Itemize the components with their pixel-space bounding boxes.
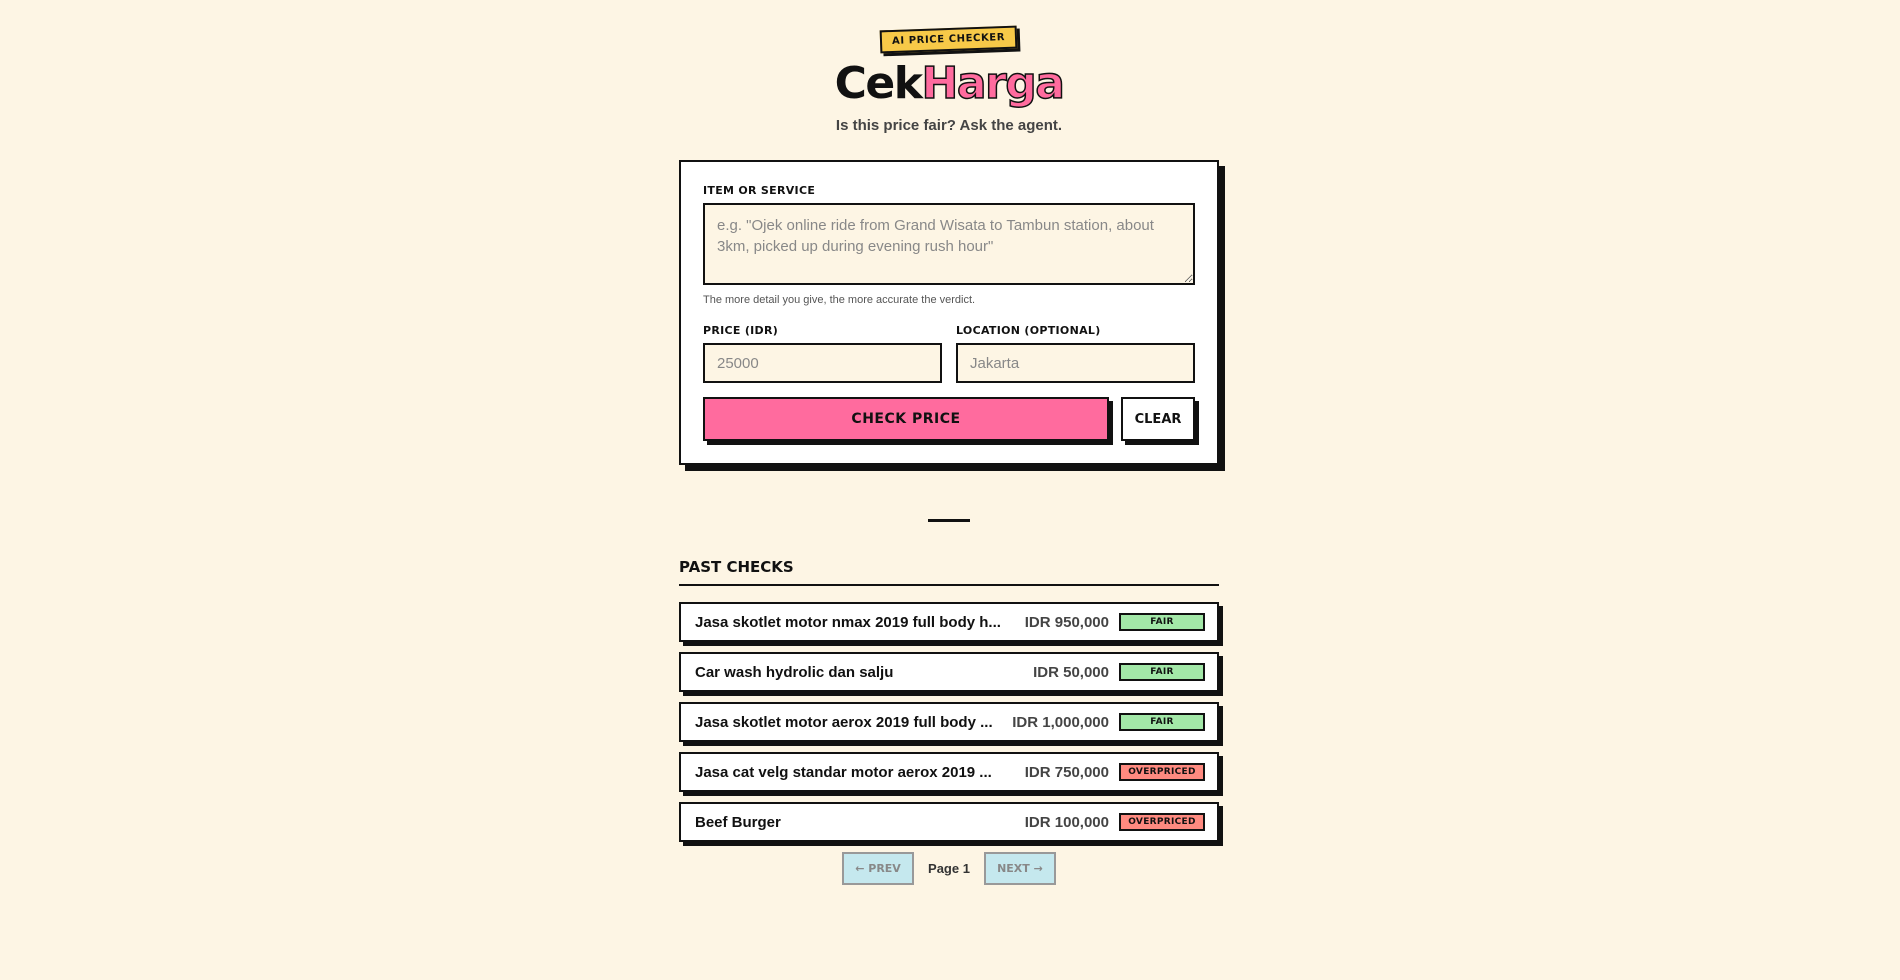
price-label: PRICE (IDR) [703,324,779,338]
page-title: CekHarga [679,58,1219,109]
clear-button[interactable]: CLEAR [1121,397,1195,442]
past-checks-title: PAST CHECKS [679,558,1219,587]
item-input[interactable] [703,203,1195,286]
pagination: ← PREV Page 1 NEXT → [679,852,1219,886]
verdict-badge: FAIR [1119,613,1205,632]
verdict-badge: FAIR [1119,663,1205,682]
location-input[interactable] [956,343,1195,384]
past-check-name: Jasa skotlet motor nmax 2019 full body h… [695,613,1001,631]
past-check-price: IDR 950,000 [1024,613,1109,631]
past-check-item[interactable]: Jasa skotlet motor nmax 2019 full body h… [679,602,1219,643]
item-hint: The more detail you give, the more accur… [703,294,976,307]
page-subtitle: Is this price fair? Ask the agent. [835,117,1063,135]
past-check-name: Jasa cat velg standar motor aerox 2019 .… [695,763,992,781]
section-divider [928,519,970,523]
page: AI PRICE CHECKER CekHarga Is this price … [679,0,1219,886]
item-label: ITEM OR SERVICE [703,184,816,198]
past-check-item[interactable]: Jasa cat velg standar motor aerox 2019 .… [679,752,1219,793]
past-check-price: IDR 100,000 [1024,813,1109,831]
verdict-badge: FAIR [1119,713,1205,732]
location-group: LOCATION (OPTIONAL) [956,324,1195,384]
past-check-price: IDR 750,000 [1024,763,1109,781]
verdict-badge: OVERPRICED [1119,763,1205,782]
past-check-price: IDR 1,000,000 [1012,713,1109,731]
check-price-button[interactable]: CHECK PRICE [703,397,1109,442]
past-checks-list: Jasa skotlet motor nmax 2019 full body h… [679,602,1219,843]
next-page-button[interactable]: NEXT → [983,852,1056,886]
price-group: PRICE (IDR) [703,324,942,384]
price-check-form: ITEM OR SERVICE The more detail you give… [679,160,1219,466]
past-check-price: IDR 50,000 [1033,663,1109,681]
price-input[interactable] [703,343,942,384]
location-label: LOCATION (OPTIONAL) [956,324,1101,338]
prev-page-button[interactable]: ← PREV [842,852,915,886]
title-part-cek: Cek [834,58,923,109]
form-actions: CHECK PRICE CLEAR [703,397,1195,442]
page-indicator: Page 1 [928,861,970,877]
app-badge: AI PRICE CHECKER [880,25,1018,54]
past-checks-section: PAST CHECKS Jasa skotlet motor nmax 2019… [679,558,1219,843]
past-check-item[interactable]: Car wash hydrolic dan salju IDR 50,000 FAI… [679,652,1219,693]
past-check-name: Beef Burger [695,813,781,831]
title-part-harga: Harga [921,58,1066,109]
header: AI PRICE CHECKER CekHarga Is this price … [679,0,1219,134]
past-check-name: Car wash hydrolic dan salju [695,663,894,681]
past-check-item[interactable]: Beef Burger IDR 100,000 OVERPRICED [679,802,1219,843]
past-check-item[interactable]: Jasa skotlet motor aerox 2019 full body … [679,702,1219,743]
verdict-badge: OVERPRICED [1119,813,1205,832]
price-location-row: PRICE (IDR) LOCATION (OPTIONAL) [703,324,1195,384]
past-check-name: Jasa skotlet motor aerox 2019 full body … [695,713,993,731]
